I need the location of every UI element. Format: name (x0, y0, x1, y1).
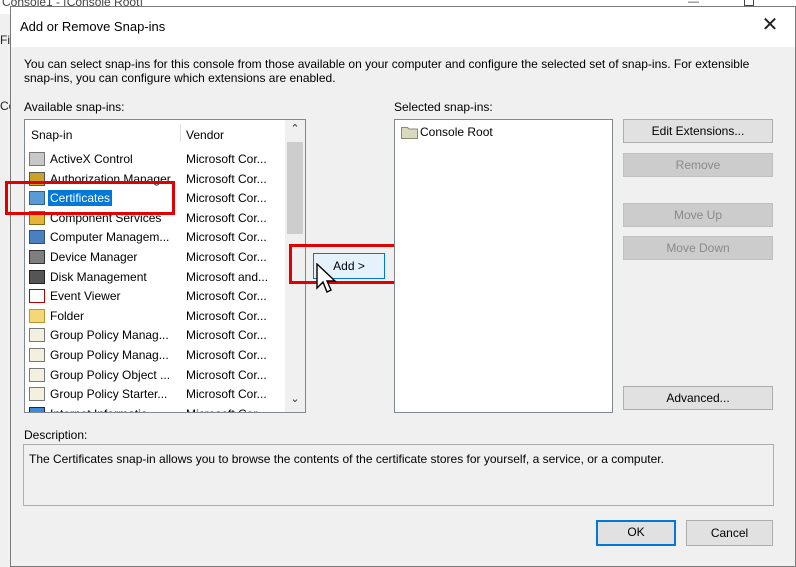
dialog-title: Add or Remove Snap-ins (20, 19, 166, 34)
snapin-vendor: Microsoft Cor... (186, 152, 267, 166)
table-row[interactable]: Group Policy Manag... Microsoft Cor... (25, 346, 285, 366)
activex-icon (29, 152, 45, 166)
chevron-up-icon[interactable]: ⌃ (285, 122, 305, 140)
snapin-vendor: Microsoft Cor... (186, 171, 267, 186)
snapin-name: Group Policy Manag... (50, 347, 169, 362)
column-header-vendor[interactable]: Vendor (186, 128, 224, 142)
snapin-name: Computer Managem... (50, 230, 170, 245)
add-remove-snapins-dialog: Add or Remove Snap-ins ✕ You can select … (5, 6, 796, 567)
table-row[interactable]: ActiveX Control Microsoft Cor... (25, 150, 285, 170)
snapin-vendor: Microsoft Cor... (186, 308, 267, 323)
console-root-label: Console Root (420, 125, 493, 139)
iis-icon (29, 406, 45, 412)
table-row[interactable]: Group Policy Manag... Microsoft Cor... (25, 326, 285, 346)
table-row[interactable]: Computer Managem... Microsoft Cor... (25, 228, 285, 248)
selected-snapins-label: Selected snap-ins: (394, 100, 493, 114)
table-row[interactable]: Group Policy Object ... Microsoft Cor... (25, 366, 285, 386)
computer-icon (29, 230, 45, 245)
add-button-highlight (289, 244, 409, 284)
table-row[interactable]: Internet Informatio... Microsoft Cor... (25, 405, 285, 412)
console-window-edge: Fil Co (0, 14, 15, 567)
description-label: Description: (24, 428, 88, 442)
snapin-vendor: Microsoft Cor... (186, 347, 267, 362)
list-header: Snap-in Vendor (25, 120, 285, 144)
disk-icon (29, 269, 45, 284)
policy-icon (29, 387, 45, 402)
close-icon[interactable]: ✕ (755, 13, 785, 39)
snapin-vendor: Microsoft Cor... (186, 249, 267, 264)
snapin-vendor: Microsoft and... (186, 269, 269, 284)
table-row[interactable]: Disk Management Microsoft and... (25, 268, 285, 288)
snapin-name: Disk Management (50, 269, 147, 284)
selected-snapins-list[interactable]: Console Root (394, 119, 613, 413)
table-row[interactable]: Event Viewer Microsoft Cor... (25, 287, 285, 307)
cancel-button[interactable]: Cancel (686, 520, 773, 546)
snapin-name: Group Policy Starter... (50, 387, 168, 402)
snapin-vendor: Microsoft Cor... (186, 328, 267, 343)
move-up-button[interactable]: Move Up (623, 203, 773, 227)
move-down-button[interactable]: Move Down (623, 236, 773, 260)
folder-icon (29, 308, 45, 323)
snapin-name: Device Manager (50, 249, 138, 264)
remove-button[interactable]: Remove (623, 153, 773, 177)
snapin-vendor: Microsoft Cor... (186, 230, 267, 245)
snapin-vendor: Microsoft Cor... (186, 289, 267, 304)
mouse-cursor-icon (316, 263, 337, 293)
description-box: The Certificates snap-in allows you to b… (23, 444, 774, 506)
snapin-vendor: Microsoft Cor... (186, 387, 267, 402)
event-icon (29, 289, 45, 304)
column-header-snapin[interactable]: Snap-in (31, 128, 72, 142)
policy-icon (29, 328, 45, 343)
column-divider[interactable] (180, 124, 181, 142)
dialog-titlebar: Add or Remove Snap-ins ✕ (11, 7, 795, 47)
table-row[interactable]: Folder Microsoft Cor... (25, 307, 285, 327)
snapin-name: Group Policy Manag... (50, 328, 169, 343)
intro-text: You can select snap-ins for this console… (24, 57, 750, 85)
policy-icon (29, 367, 45, 382)
snapin-name: Group Policy Object ... (50, 367, 171, 382)
snapin-vendor: Microsoft Cor... (186, 191, 267, 206)
snapin-vendor: Microsoft Cor... (186, 367, 267, 382)
advanced-button[interactable]: Advanced... (623, 386, 773, 410)
table-row[interactable]: Device Manager Microsoft Cor... (25, 248, 285, 268)
chevron-down-icon[interactable]: ⌄ (285, 392, 305, 410)
snapin-vendor: Microsoft Cor... (186, 210, 267, 225)
ok-button[interactable]: OK (596, 520, 676, 546)
folder-icon (401, 127, 418, 139)
snapin-name: Internet Informatio... (50, 407, 177, 412)
policy-icon (29, 347, 45, 362)
snapin-name: Event Viewer (50, 289, 121, 304)
certificates-highlight (5, 181, 175, 215)
device-icon (29, 249, 45, 264)
available-snapins-label: Available snap-ins: (24, 100, 125, 114)
snapin-name: ActiveX Control (50, 152, 133, 166)
edit-extensions-button[interactable]: Edit Extensions... (623, 119, 773, 143)
scrollbar-thumb[interactable] (287, 142, 303, 234)
snapin-vendor: Microsoft Cor... (186, 407, 276, 412)
available-snapins-list[interactable]: Snap-in Vendor ActiveX Control Microsoft … (24, 119, 306, 413)
snapin-name: Folder (50, 308, 85, 323)
description-text: The Certificates snap-in allows you to b… (29, 452, 664, 466)
table-row[interactable]: Group Policy Starter... Microsoft Cor... (25, 385, 285, 405)
